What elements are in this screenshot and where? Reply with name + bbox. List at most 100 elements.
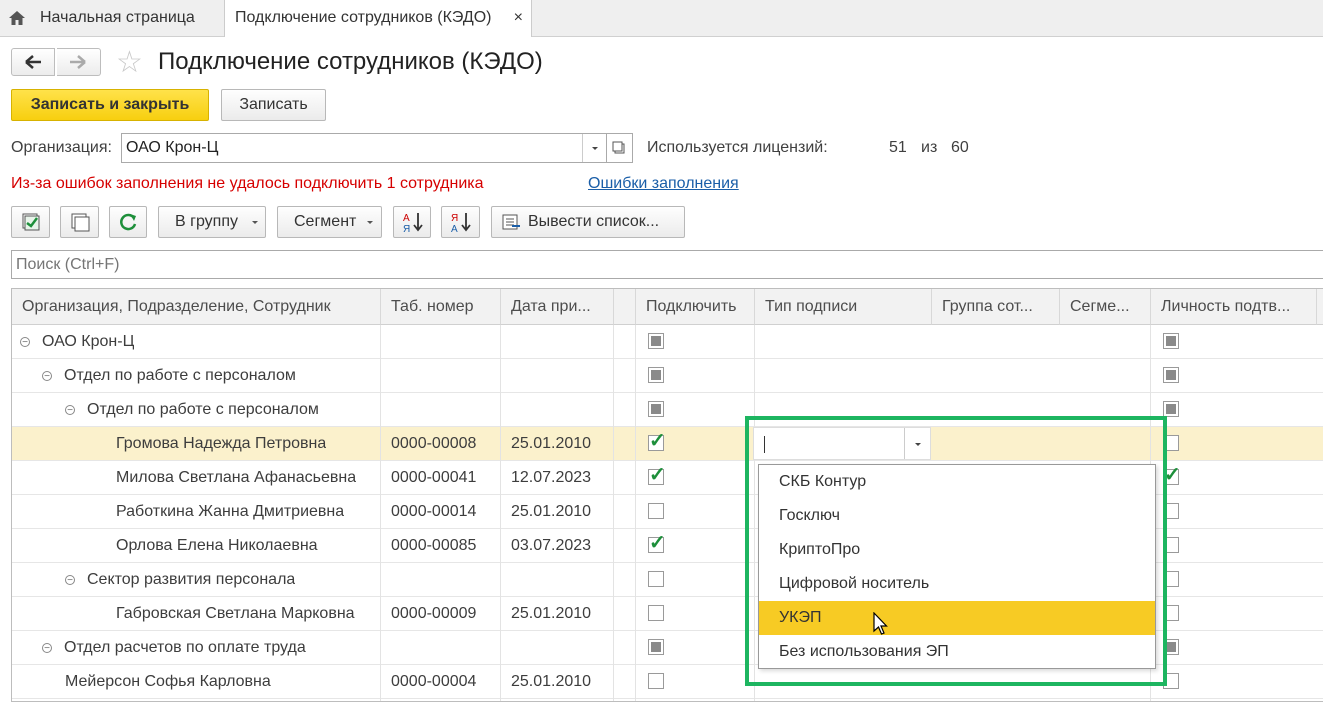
svg-text:А: А xyxy=(403,213,410,224)
open-window-icon xyxy=(612,141,625,154)
close-icon[interactable]: × xyxy=(514,0,523,36)
favorite-star-icon[interactable]: ☆ xyxy=(116,48,143,78)
licenses-of: из xyxy=(921,139,938,156)
column-header-hire-date[interactable]: Дата при... xyxy=(501,289,614,325)
sort-descending-button[interactable]: ЯА xyxy=(441,206,480,238)
tab-home[interactable]: Начальная страница xyxy=(0,0,220,36)
column-header-employee-group[interactable]: Группа сот... xyxy=(932,289,1060,325)
search-field[interactable] xyxy=(11,250,1323,279)
chevron-down-icon xyxy=(252,221,258,224)
save-and-close-button[interactable]: Записать и закрыть xyxy=(11,89,209,121)
organization-field[interactable]: ОАО Крон-Ц xyxy=(121,133,607,163)
save-button[interactable]: Записать xyxy=(221,89,326,121)
collapse-icon[interactable]: − xyxy=(65,404,75,415)
to-group-label: В группу xyxy=(175,213,238,230)
employee-name: Отдел расчетов по оплате труда xyxy=(64,639,306,656)
employee-name: Сектор развития персонала xyxy=(87,571,296,588)
export-list-icon xyxy=(502,214,520,230)
segment-button[interactable]: Сегмент xyxy=(277,206,382,238)
connect-checkbox[interactable] xyxy=(648,333,664,349)
licenses-total: 60 xyxy=(951,139,969,156)
sort-ascending-button[interactable]: АЯ xyxy=(393,206,431,238)
open-organization-button[interactable] xyxy=(607,133,633,163)
collapse-icon[interactable]: − xyxy=(65,574,75,585)
collapse-icon[interactable]: − xyxy=(42,370,52,381)
hire-date-cell: 25.01.2010 xyxy=(511,503,592,520)
employee-name-cell: Габровская Светлана Марковна xyxy=(116,597,355,630)
mouse-cursor-icon xyxy=(873,612,888,635)
tab-active[interactable]: Подключение сотрудников (КЭДО) × xyxy=(224,0,532,37)
hire-date-cell: 25.01.2010 xyxy=(511,605,592,622)
dropdown-button[interactable] xyxy=(582,134,607,162)
employee-name-cell: Милова Светлана Афанасьевна xyxy=(116,461,356,494)
employee-name: Громова Надежда Петровна xyxy=(116,435,327,452)
employee-name-cell: − ОАО Крон-Ц xyxy=(20,325,134,358)
licenses-label: Используется лицензий: xyxy=(647,139,828,156)
column-header-segment[interactable]: Сегме... xyxy=(1060,289,1151,325)
connect-checkbox[interactable] xyxy=(648,503,664,519)
uncheck-all-icon xyxy=(71,213,90,232)
employee-name-cell: Орлова Елена Николаевна xyxy=(116,529,318,562)
employee-name-cell: − Отдел по работе с персоналом xyxy=(65,393,319,426)
column-header-signature-type[interactable]: Тип подписи xyxy=(755,289,932,325)
organization-value: ОАО Крон-Ц xyxy=(126,139,219,156)
forward-button[interactable] xyxy=(57,48,101,76)
check-all-button[interactable] xyxy=(11,206,50,238)
uncheck-all-button[interactable] xyxy=(60,206,99,238)
connect-checkbox[interactable] xyxy=(648,367,664,383)
connect-checkbox[interactable] xyxy=(648,428,666,454)
employee-name-cell: Работкина Жанна Дмитриевна xyxy=(116,495,344,528)
page-title: Подключение сотрудников (КЭДО) xyxy=(158,48,543,75)
svg-text:Я: Я xyxy=(451,213,458,224)
search-input[interactable] xyxy=(12,251,1312,278)
identity-confirmed-checkbox[interactable] xyxy=(1163,401,1179,417)
column-header-identity-confirmed[interactable]: Личность подтв... xyxy=(1151,289,1317,325)
error-message: Из-за ошибок заполнения не удалось подкл… xyxy=(11,175,484,192)
arrow-right-icon xyxy=(70,55,86,69)
column-header-tab-number[interactable]: Таб. номер xyxy=(381,289,501,325)
column-header-organization[interactable]: Организация, Подразделение, Сотрудник xyxy=(12,289,381,325)
employee-name: Отдел по работе с персоналом xyxy=(87,401,319,418)
refresh-icon xyxy=(120,213,137,231)
connect-checkbox[interactable] xyxy=(648,462,666,488)
svg-text:Я: Я xyxy=(403,224,410,235)
tab-number-cell: 0000-00009 xyxy=(391,605,477,622)
column-header-connect[interactable]: Подключить xyxy=(636,289,755,325)
hire-date-cell: 03.07.2023 xyxy=(511,537,592,554)
employee-name: Габровская Светлана Марковна xyxy=(116,605,355,622)
export-list-button[interactable]: Вывести список... xyxy=(491,206,685,238)
highlight-frame xyxy=(745,416,1167,686)
employee-name: Мейерсон Софья Карловна xyxy=(65,673,271,690)
column-header-blank[interactable] xyxy=(614,289,636,325)
column-divider xyxy=(380,325,381,701)
errors-link[interactable]: Ошибки заполнения xyxy=(588,175,739,193)
employee-name-cell: Громова Надежда Петровна xyxy=(116,427,326,460)
collapse-icon[interactable]: − xyxy=(42,642,52,653)
employee-name: Отдел по работе с персоналом xyxy=(64,367,296,384)
collapse-icon[interactable]: − xyxy=(20,336,30,347)
connect-checkbox[interactable] xyxy=(648,571,664,587)
table-row[interactable]: − ОАО Крон-Ц xyxy=(12,325,1323,359)
sort-ascending-icon: АЯ xyxy=(403,213,423,235)
home-icon xyxy=(9,11,25,25)
employee-name-cell: − Отдел расчетов по оплате труда xyxy=(42,631,306,664)
connect-checkbox[interactable] xyxy=(648,401,664,417)
to-group-button[interactable]: В группу xyxy=(158,206,266,238)
tab-number-cell: 0000-00014 xyxy=(391,503,477,520)
column-divider xyxy=(613,325,614,701)
sort-descending-icon: ЯА xyxy=(451,213,471,235)
connect-checkbox[interactable] xyxy=(648,530,666,556)
connect-checkbox[interactable] xyxy=(648,605,664,621)
employee-name: Орлова Елена Николаевна xyxy=(116,537,318,554)
employee-name-cell: − Сектор развития персонала xyxy=(65,563,295,596)
chevron-down-icon xyxy=(367,221,373,224)
employee-name-cell: − Отдел по работе с персоналом xyxy=(42,359,296,392)
column-header-extra xyxy=(1317,289,1323,325)
connect-checkbox[interactable] xyxy=(648,673,664,689)
connect-checkbox[interactable] xyxy=(648,639,664,655)
refresh-button[interactable] xyxy=(109,206,147,238)
identity-confirmed-checkbox[interactable] xyxy=(1163,367,1179,383)
back-button[interactable] xyxy=(11,48,55,76)
table-row[interactable]: − Отдел по работе с персоналом xyxy=(12,359,1323,393)
identity-confirmed-checkbox[interactable] xyxy=(1163,333,1179,349)
